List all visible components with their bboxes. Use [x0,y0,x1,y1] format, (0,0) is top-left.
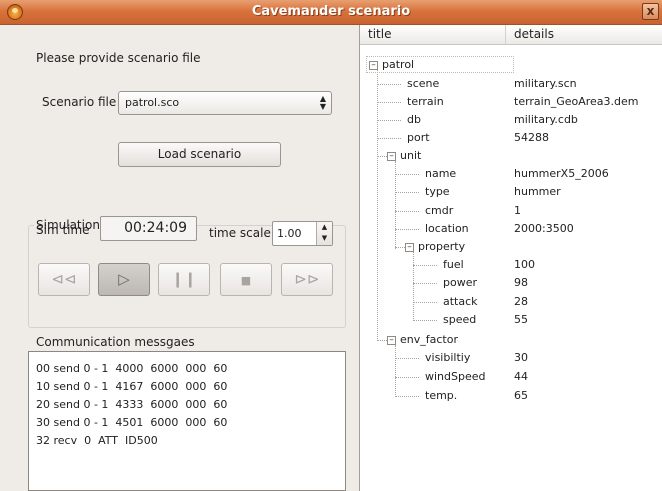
tree-line [413,265,437,266]
tree-line [395,211,419,212]
tree-detail-attack: 28 [514,295,528,308]
tree-detail-db: military.cdb [514,113,578,126]
tree-detail-temp: 65 [514,389,528,402]
fast-forward-icon: ⊳⊳ [294,270,320,288]
stop-icon: ■ [240,274,252,287]
tree-line [377,120,401,121]
load-scenario-label: Load scenario [157,147,242,161]
tree-item-windspeed[interactable]: windSpeed [425,370,486,383]
fast-forward-button[interactable]: ⊳⊳ [281,263,333,296]
tree-item-env-factor[interactable]: env_factor [400,333,458,346]
scenario-file-value: patrol.sco [125,96,180,109]
tree-line [413,320,437,321]
tree-detail-speed: 55 [514,313,528,326]
tree-detail-cmdr: 1 [514,204,521,217]
tree-line [395,229,419,230]
tree-detail-port: 54288 [514,131,549,144]
tree-line [395,396,419,397]
pause-button[interactable]: ❙❙ [158,263,210,296]
tree-item-temp[interactable]: temp. [425,389,457,402]
tree-item-cmdr[interactable]: cmdr [425,204,453,217]
sim-time-display: 00:24:09 [100,216,197,241]
collapse-icon[interactable]: – [387,336,396,345]
scenario-file-combo[interactable]: patrol.sco ▲ ▼ [118,91,332,115]
tree-item-name[interactable]: name [425,167,456,180]
tree-line [395,192,419,193]
tree-detail-name: hummerX5_2006 [514,167,609,180]
tree-detail-windspeed: 44 [514,370,528,383]
communication-log[interactable]: 00 send 0 - 1 4000 6000 000 60 10 send 0… [28,351,346,491]
tree-line [395,358,419,359]
tree-line [377,84,401,85]
log-line: 20 send 0 - 1 4333 6000 000 60 [36,398,228,411]
tree-item-visibility[interactable]: visibiltiy [425,351,470,364]
combo-arrows-icon: ▲ ▼ [319,94,326,111]
tree-detail-terrain: terrain_GeoArea3.dem [514,95,639,108]
column-header-details[interactable]: details [506,25,662,45]
tree-detail-power: 98 [514,276,528,289]
stop-button[interactable]: ■ [220,263,272,296]
scenario-tree[interactable]: title details – – – – patrol scene terra… [359,25,662,491]
tree-line [395,345,396,397]
tree-detail-fuel: 100 [514,258,535,271]
tree-line [377,69,378,341]
tree-detail-type: hummer [514,185,561,198]
tree-item-db[interactable]: db [407,113,421,126]
rewind-icon: ⊲⊲ [51,270,77,288]
tree-line [377,138,401,139]
time-scale-spinbox[interactable]: 1.00 ▲ ▼ [272,221,333,246]
collapse-icon[interactable]: – [387,152,396,161]
tree-item-unit[interactable]: unit [400,149,421,162]
log-line: 10 send 0 - 1 4167 6000 000 60 [36,380,228,393]
tree-item-power[interactable]: power [443,276,477,289]
log-line: 32 recv 0 ATT ID500 [36,434,158,447]
tree-item-terrain[interactable]: terrain [407,95,444,108]
window-title: Cavemander scenario [251,4,411,19]
time-scale-value: 1.00 [277,227,302,240]
tree-item-port[interactable]: port [407,131,430,144]
tree-item-location[interactable]: location [425,222,469,235]
log-line: 00 send 0 - 1 4000 6000 000 60 [36,362,228,375]
pause-icon: ❙❙ [171,270,197,288]
tree-line [395,174,419,175]
tree-line [413,302,437,303]
spin-arrows-icon[interactable]: ▲ ▼ [316,222,332,245]
tree-line [395,377,419,378]
tree-item-property[interactable]: property [418,240,465,253]
tree-item-fuel[interactable]: fuel [443,258,464,271]
sim-time-label: Sim time [36,223,90,237]
column-header-title[interactable]: title [360,25,506,45]
tree-item-type[interactable]: type [425,185,450,198]
tree-detail-location: 2000:3500 [514,222,574,235]
tree-line [413,283,437,284]
collapse-icon[interactable]: – [405,243,414,252]
tree-item-scene[interactable]: scene [407,77,439,90]
log-line: 30 send 0 - 1 4501 6000 000 60 [36,416,228,429]
communication-title: Communication messgaes [36,335,195,349]
play-button[interactable]: ▷ [98,263,150,296]
time-scale-label: time scale [209,226,271,240]
tree-detail-visibility: 30 [514,351,528,364]
play-icon: ▷ [118,270,130,288]
tree-line [377,102,401,103]
tree-line [413,252,414,321]
scenario-file-label: Scenario file [42,95,117,109]
rewind-button[interactable]: ⊲⊲ [38,263,90,296]
tree-item-patrol[interactable]: patrol [382,58,414,71]
left-panel: Please provide scenario file Scenario fi… [0,25,358,491]
tree-item-speed[interactable]: speed [443,313,476,326]
sim-time-value: 00:24:09 [124,220,187,236]
tree-item-attack[interactable]: attack [443,295,478,308]
load-scenario-button[interactable]: Load scenario [118,142,281,167]
close-button[interactable]: x [642,3,659,20]
scenario-prompt: Please provide scenario file [36,51,201,65]
tree-detail-scene: military.scn [514,77,577,90]
title-bar: Cavemander scenario x [0,0,662,25]
